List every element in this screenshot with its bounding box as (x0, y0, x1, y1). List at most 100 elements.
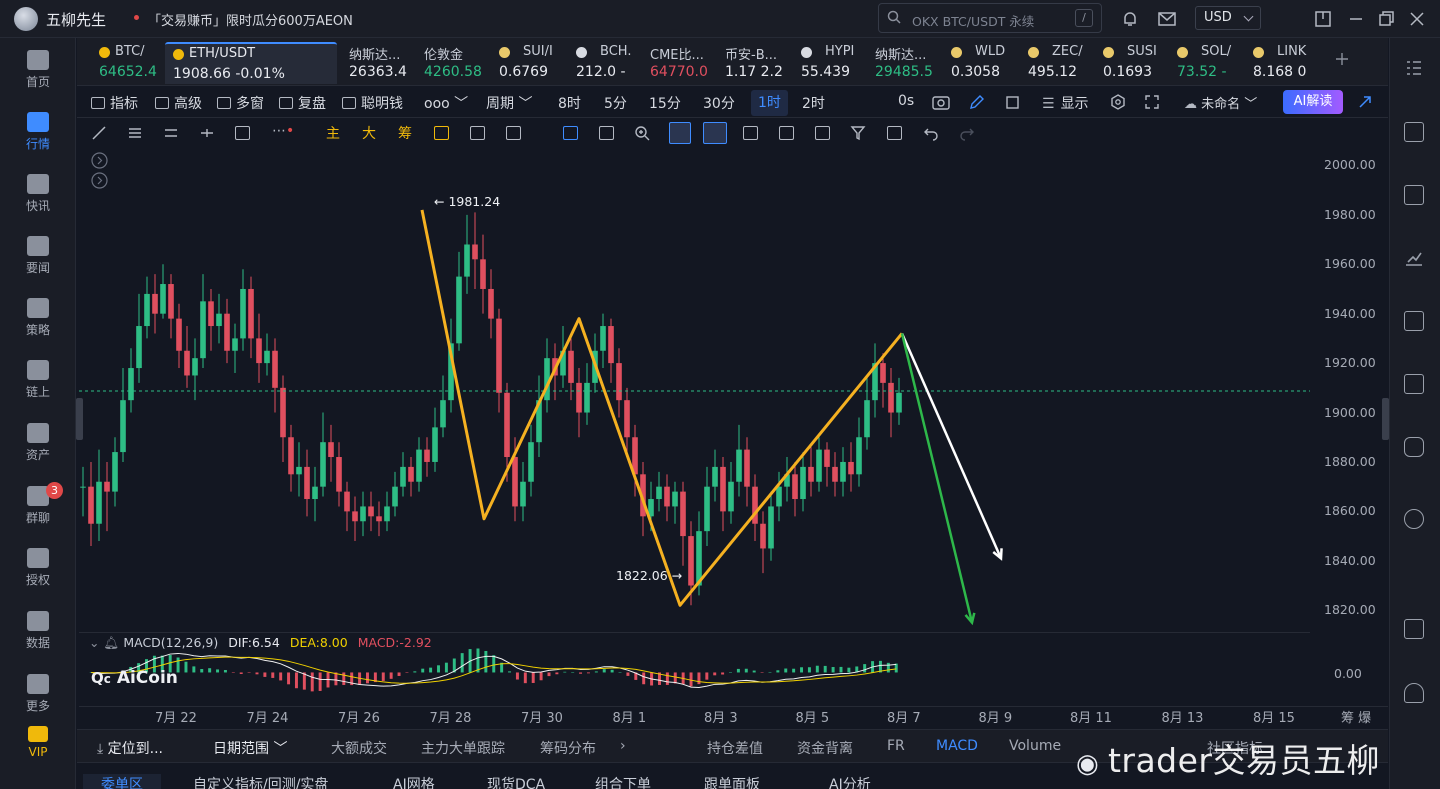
ticker-tab[interactable]: SOL/73.52 - (1175, 42, 1241, 84)
tab-fr[interactable]: FR (887, 738, 905, 754)
dollar-icon[interactable] (1404, 185, 1424, 205)
monitor-chart-icon[interactable] (1404, 311, 1424, 331)
date-range-select[interactable]: 日期范围 ﹀ (213, 738, 287, 758)
search-input[interactable]: OKX BTC/USDT 永续 / (878, 3, 1102, 33)
tab-ai-grid[interactable]: AI网格 (393, 774, 435, 789)
tab-ai-analysis[interactable]: AI分析 (829, 774, 871, 789)
headset-icon[interactable] (1404, 683, 1424, 703)
lock-icon[interactable] (743, 126, 758, 140)
locate-to-button[interactable]: ⤓ 定位到... (97, 738, 163, 758)
ticker-tab[interactable]: SUSI 0.1693 (1101, 42, 1167, 84)
draw-pen-icon[interactable] (669, 122, 691, 144)
layout-name-select[interactable]: ☁ 未命名 ﹀ (1184, 93, 1257, 112)
nav-authorization[interactable]: 授权 (0, 548, 76, 588)
ruler-icon[interactable] (599, 126, 614, 140)
document-icon[interactable] (1404, 122, 1424, 142)
nav-market[interactable]: 行情 (0, 112, 76, 152)
redo-icon[interactable] (959, 125, 975, 141)
chart-pattern-icon[interactable] (434, 126, 449, 140)
nav-strategy[interactable]: 策略 (0, 298, 76, 338)
advanced-button[interactable]: 高级 (155, 93, 202, 113)
popout-window-icon[interactable] (1313, 9, 1333, 29)
period-menu[interactable]: 周期 ﹀ (486, 93, 532, 113)
link-icon[interactable] (815, 126, 830, 140)
tab-custom-indicator[interactable]: 自定义指标/回测/实盘 (193, 774, 328, 789)
magnet-lines-icon[interactable] (703, 122, 727, 144)
collapse-icon[interactable]: ⌄ (89, 635, 99, 650)
period-5m[interactable]: 5分 (604, 93, 627, 113)
ticker-tab[interactable]: 伦敦金 4260.58 (424, 42, 488, 84)
nav-home[interactable]: 首页 (0, 50, 76, 90)
main-chart-toggle[interactable]: 主 (326, 123, 340, 143)
nav-more[interactable]: 更多 (0, 674, 76, 714)
undo-icon[interactable] (923, 125, 939, 141)
minimize-icon[interactable] (1346, 9, 1366, 29)
period-1h[interactable]: 1时 (751, 90, 788, 116)
period-15m[interactable]: 15分 (649, 93, 681, 113)
replay-button[interactable]: 复盘 (279, 93, 326, 113)
share-icon[interactable] (1357, 94, 1373, 110)
white-projection-arrow[interactable] (900, 332, 1003, 561)
tab-copy-trade[interactable]: 跟单面板 (704, 774, 760, 789)
ticker-tab[interactable]: ZEC/495.12 (1026, 42, 1092, 84)
period-8h[interactable]: 8时 (558, 93, 581, 113)
fullscreen-icon[interactable] (1144, 94, 1160, 110)
expand-arrow-icon[interactable] (91, 172, 108, 189)
split-view-icon[interactable] (1404, 619, 1424, 639)
nav-group-chat[interactable]: 群聊 (0, 486, 76, 526)
ticker-tab[interactable]: SUI/I 0.6769 (497, 42, 561, 84)
bell-icon[interactable] (1120, 9, 1140, 29)
new-window-icon[interactable] (1005, 94, 1021, 110)
trash-icon[interactable] (887, 126, 902, 140)
etf-icon[interactable] (1404, 374, 1424, 394)
user-avatar[interactable] (14, 7, 38, 31)
chip-toggle[interactable]: 筹 (398, 123, 412, 143)
green-projection-arrow[interactable] (900, 333, 976, 626)
trendline-tool-icon[interactable] (91, 125, 107, 141)
currency-select[interactable]: USD (1195, 6, 1261, 30)
ticker-tab[interactable]: 币安-B... 1.17 2.2 (725, 42, 791, 84)
nav-assets[interactable]: 资产 (0, 423, 76, 463)
zigzag-wave-drawing[interactable] (420, 209, 904, 607)
candle-type-select[interactable]: ooo ﹀ (424, 93, 468, 113)
ticker-tab-selected[interactable]: ETH/USDT 1908.66 -0.01% (165, 42, 337, 84)
ticker-tab[interactable]: 纳斯达... 29485.5 (875, 42, 941, 84)
tab-macd[interactable]: MACD (936, 738, 978, 754)
sync-icon[interactable] (470, 126, 485, 140)
expand-arrow-icon[interactable] (91, 152, 108, 169)
indicators-button[interactable]: 指标 (91, 93, 138, 113)
measure-icon[interactable] (506, 126, 521, 140)
more-tools-icon[interactable]: ⋯• (272, 123, 294, 139)
tab-chip-distribution[interactable]: 筹码分布 (540, 738, 596, 758)
ticker-tab[interactable]: BTC/64652.4 (97, 42, 157, 84)
candlestick-chart[interactable] (79, 148, 1310, 630)
zoom-in-icon[interactable] (634, 125, 650, 141)
tab-volume[interactable]: Volume (1009, 738, 1061, 754)
period-30m[interactable]: 30分 (703, 93, 735, 113)
ai-interpret-button[interactable]: AI解读 (1283, 90, 1343, 114)
nav-data[interactable]: 数据 (0, 611, 76, 651)
tab-oi-delta[interactable]: 持仓差值 (707, 738, 763, 758)
template-icon[interactable] (779, 126, 794, 140)
ticker-tab[interactable]: BCH. 212.0 - (574, 42, 638, 84)
tab-fund-divergence[interactable]: 资金背离 (797, 738, 853, 758)
settings-gear-icon[interactable] (1110, 94, 1126, 110)
trend-up-icon[interactable] (1404, 248, 1424, 268)
horizontal-lines-tool-icon[interactable] (163, 125, 179, 141)
promo-banner[interactable]: 「交易赚币」限时瓜分600万AEON (148, 10, 353, 29)
left-panel-toggle[interactable] (76, 398, 83, 440)
pen-icon[interactable] (969, 94, 985, 110)
camera-icon[interactable] (932, 94, 950, 110)
filter-icon[interactable] (850, 125, 866, 141)
ticker-tab[interactable]: LINK 8.168 0 (1251, 42, 1317, 84)
time-axis[interactable]: 7月 22 7月 24 7月 26 7月 28 7月 30 8月 1 8月 3 8月 5 8月 … (79, 706, 1388, 728)
nav-headlines[interactable]: 要闻 (0, 236, 76, 276)
alert-icon[interactable]: 🔔︎ (103, 635, 119, 650)
smart-money-button[interactable]: 聪明钱 (342, 93, 403, 113)
ticker-tab[interactable]: WLD 0.3058 (949, 42, 1015, 84)
tab-order-area[interactable]: 委单区 (83, 774, 161, 789)
ticker-tab[interactable]: CME比... 64770.0 (650, 42, 716, 84)
ticker-tab[interactable]: 纳斯达... 26363.4 (349, 42, 415, 84)
nav-flash-news[interactable]: 快讯 (0, 174, 76, 214)
nav-onchain[interactable]: 链上 (0, 360, 76, 400)
